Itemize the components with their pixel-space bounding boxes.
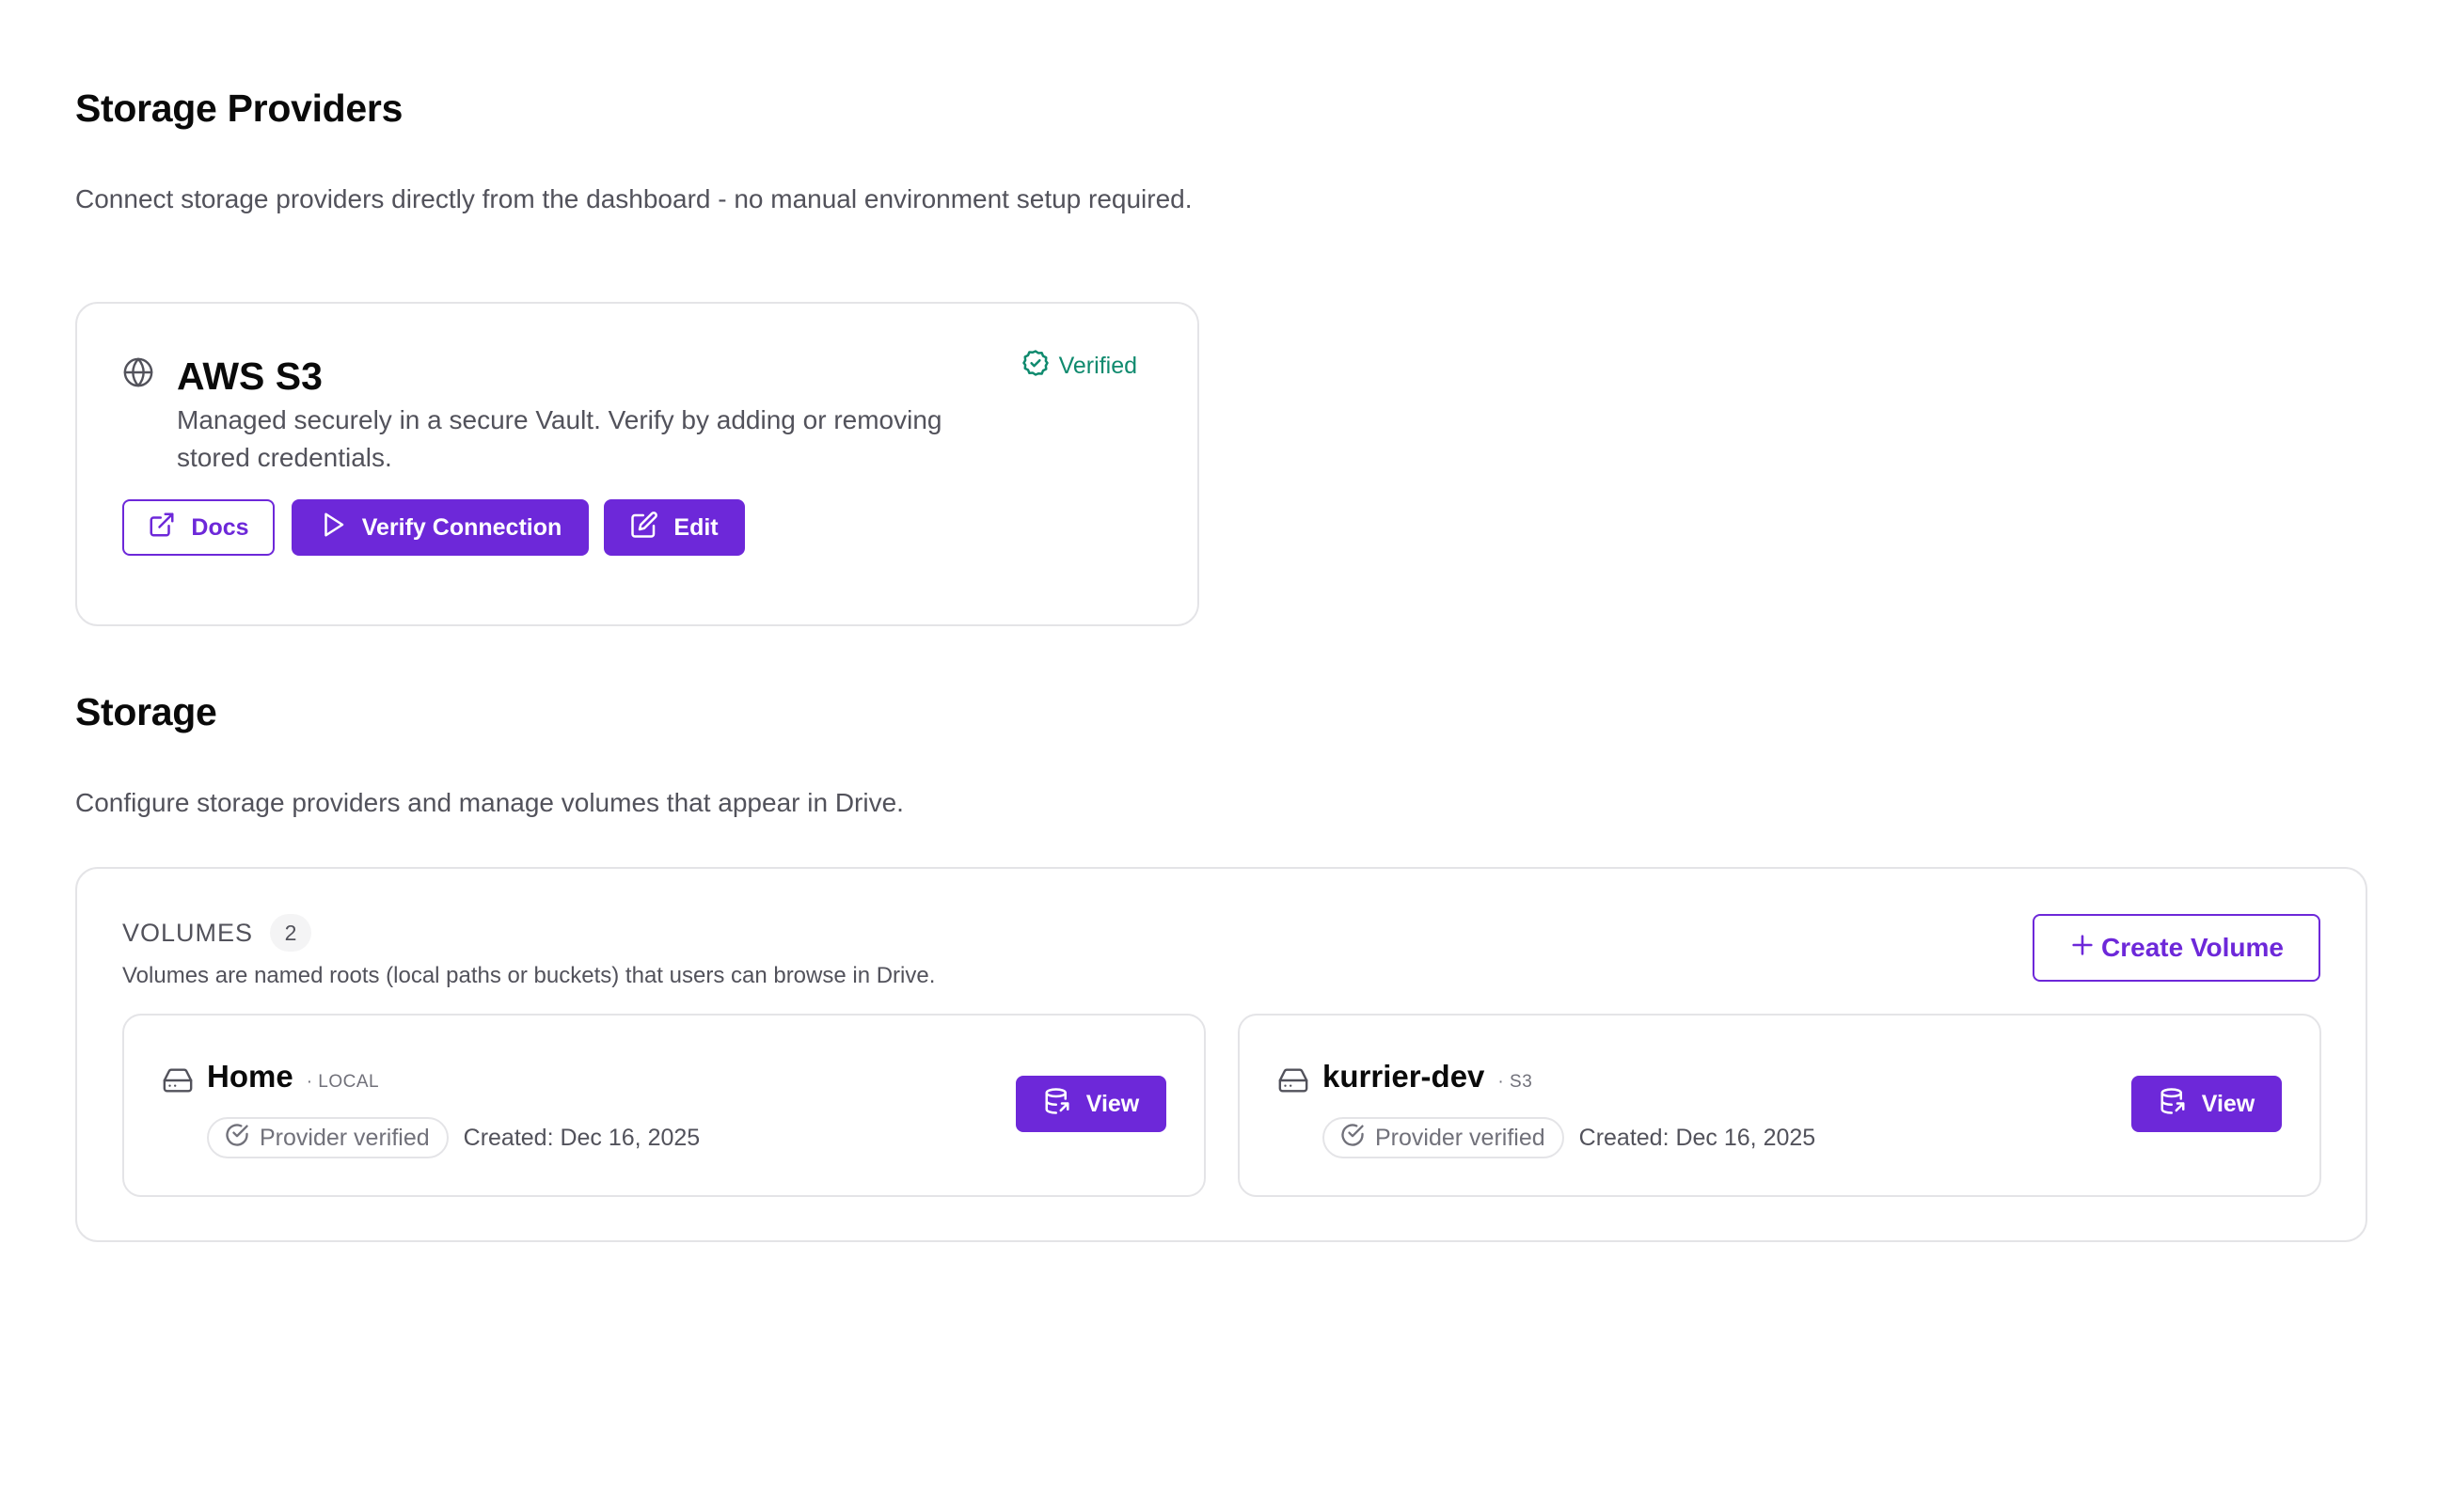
create-volume-button[interactable]: Create Volume xyxy=(2033,914,2320,982)
docs-label: Docs xyxy=(191,513,249,541)
storage-settings-page: Storage Providers Connect storage provid… xyxy=(0,0,2453,1512)
external-link-icon xyxy=(148,511,176,545)
volume-title-row: Home · LOCAL xyxy=(207,1059,379,1095)
edit-button[interactable]: Edit xyxy=(604,499,745,556)
aws-s3-provider-card: AWS S3 Verified Managed securely in a se… xyxy=(75,302,1199,626)
docs-button[interactable]: Docs xyxy=(122,499,275,556)
verified-status: Verified xyxy=(1021,349,1137,384)
volume-title-row: kurrier-dev · S3 xyxy=(1322,1059,1532,1095)
provider-verified-badge: Provider verified xyxy=(1322,1117,1564,1158)
provider-description: Managed securely in a secure Vault. Veri… xyxy=(177,405,942,472)
volumes-description: Volumes are named roots (local paths or … xyxy=(122,963,936,988)
hard-drive-icon xyxy=(1277,1064,1309,1101)
volume-created-date: Created: Dec 16, 2025 xyxy=(463,1124,701,1151)
provider-verified-badge: Provider verified xyxy=(207,1117,449,1158)
check-circle-icon xyxy=(224,1122,250,1155)
provider-verified-label: Provider verified xyxy=(260,1124,430,1151)
check-badge-icon xyxy=(1021,349,1050,384)
verify-connection-button[interactable]: Verify Connection xyxy=(292,499,589,556)
view-label: View xyxy=(1085,1090,1140,1117)
create-volume-label: Create Volume xyxy=(2101,933,2284,962)
volume-meta-row: Provider verified Created: Dec 16, 2025 xyxy=(1322,1117,1815,1158)
volumes-label: VOLUMES xyxy=(122,918,254,947)
volume-card-kurrier-dev: kurrier-dev · S3 Provider verified Creat… xyxy=(1238,1014,2321,1197)
storage-description: Configure storage providers and manage v… xyxy=(75,788,904,817)
provider-verified-label: Provider verified xyxy=(1375,1124,1545,1151)
check-circle-icon xyxy=(1339,1122,1366,1155)
view-volume-button[interactable]: View xyxy=(1016,1076,1166,1132)
volume-type: · LOCAL xyxy=(306,1072,380,1092)
provider-name: AWS S3 xyxy=(177,354,323,398)
hard-drive-icon xyxy=(162,1064,194,1101)
play-icon xyxy=(319,511,347,545)
volumes-count-badge: 2 xyxy=(270,914,312,952)
volume-name: kurrier-dev xyxy=(1322,1059,1485,1094)
verify-connection-label: Verify Connection xyxy=(361,513,562,541)
globe-icon xyxy=(122,356,154,393)
volume-type: · S3 xyxy=(1497,1072,1533,1092)
volume-meta-row: Provider verified Created: Dec 16, 2025 xyxy=(207,1117,700,1158)
volume-name: Home xyxy=(207,1059,293,1094)
providers-heading: Storage Providers xyxy=(75,87,404,130)
database-icon xyxy=(2159,1087,2187,1122)
volumes-header: VOLUMES 2 xyxy=(122,914,312,952)
storage-heading: Storage xyxy=(75,690,217,733)
edit-icon xyxy=(630,511,658,545)
volume-card-home: Home · LOCAL Provider verified Created: … xyxy=(122,1014,1206,1197)
view-volume-button[interactable]: View xyxy=(2131,1076,2282,1132)
view-label: View xyxy=(2201,1090,2255,1117)
verified-label: Verified xyxy=(1058,353,1137,379)
volumes-card: VOLUMES 2 Volumes are named roots (local… xyxy=(75,867,2367,1242)
volume-created-date: Created: Dec 16, 2025 xyxy=(1578,1124,1816,1151)
providers-description: Connect storage providers directly from … xyxy=(75,184,1193,213)
edit-label: Edit xyxy=(673,513,719,541)
plus-icon xyxy=(2069,932,2096,965)
database-icon xyxy=(1043,1087,1071,1122)
